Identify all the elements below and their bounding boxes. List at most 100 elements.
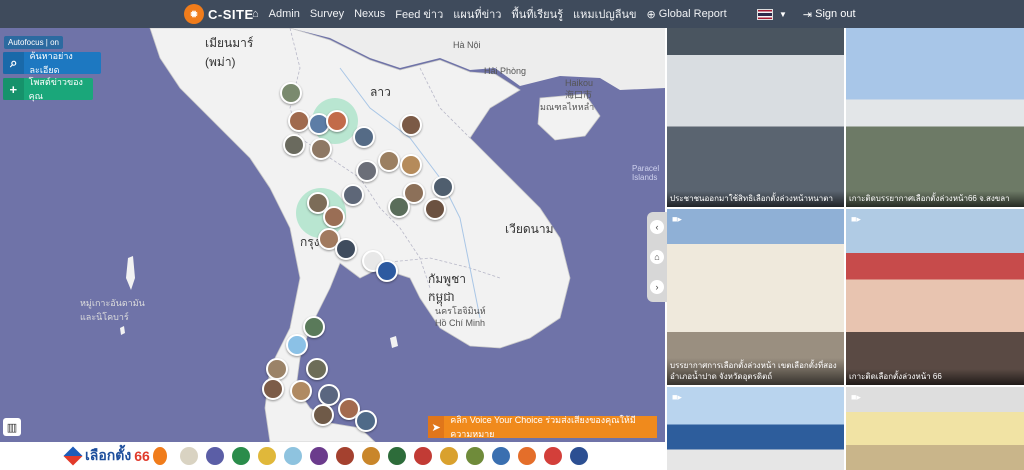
news-tile-caption: ประชาชนออกมาใช้สิทธิเลือกตั้งล่วงหน้าหนา…: [667, 191, 844, 207]
news-marker[interactable]: [335, 238, 357, 260]
news-marker[interactable]: [388, 196, 410, 218]
news-tile[interactable]: ■▸ บรรยากาศการเลือกตั้งล่วงหน้า เขตเลือก…: [667, 209, 844, 385]
nav-news-map[interactable]: แผนที่ข่าว: [453, 5, 501, 23]
partner-logo-icon: [544, 447, 562, 465]
news-marker[interactable]: [378, 150, 400, 172]
advanced-search-label: ค้นหาอย่างละเอียด: [29, 51, 73, 75]
partner-logo-icon: [180, 447, 198, 465]
news-marker[interactable]: [323, 206, 345, 228]
brand-name: C-SITE: [208, 6, 254, 22]
news-marker[interactable]: [326, 110, 348, 132]
partner-logo-icon: [310, 447, 328, 465]
news-marker[interactable]: [262, 378, 284, 400]
election-66-logo: เลือกตั้ง 66: [63, 445, 150, 467]
cursor-pointer-icon: ➤: [428, 416, 445, 438]
news-tile[interactable]: ■▸ เกาะติดเลือกตั้งล่วงหน้า 66: [846, 209, 1024, 385]
news-tile[interactable]: เกาะติดบรรยากาศเลือกตั้งล่วงหน้า66 จ.สงข…: [846, 28, 1024, 207]
label-cambodia: กัมพูชา កម្ពុជា: [428, 272, 466, 304]
nav-global-report[interactable]: ⊕ Global Report: [647, 8, 727, 21]
news-tile-caption: เกาะติดบรรยากาศเลือกตั้งล่วงหน้า66 จ.สงข…: [846, 191, 1024, 207]
news-marker[interactable]: [355, 410, 377, 432]
autofocus-toggle[interactable]: Autofocus | on: [4, 36, 63, 49]
map-book-icon[interactable]: ▥: [3, 418, 21, 436]
chevron-left-icon[interactable]: ‹: [650, 220, 664, 234]
label-vietnam: เวียดนาม: [505, 222, 554, 236]
news-marker[interactable]: [266, 358, 288, 380]
label-haiphong: Hải Phòng: [484, 66, 527, 76]
news-marker[interactable]: [400, 114, 422, 136]
partner-logo-icon: [440, 447, 458, 465]
sign-out-button[interactable]: ⇥ Sign out: [803, 8, 856, 21]
partner-logo-icon: [466, 447, 484, 465]
partner-logo-icon: [206, 447, 224, 465]
nav-feed[interactable]: Feed ข่าว: [395, 5, 443, 23]
nav-admin[interactable]: Admin: [269, 8, 300, 20]
label-hanoi: Hà Nội: [453, 40, 481, 50]
news-marker[interactable]: [303, 316, 325, 338]
news-tile-caption: บรรยากาศการเลือกตั้งล่วงหน้า เขตเลือกตั้…: [667, 358, 844, 385]
partner-logo-icon: [414, 447, 432, 465]
top-navbar: ✹ C-SITE ⌂ Admin Survey Nexus Feed ข่าว …: [0, 0, 1024, 28]
news-marker[interactable]: [376, 260, 398, 282]
video-camera-icon: ■▸: [672, 392, 682, 402]
chevron-right-icon[interactable]: ›: [650, 280, 664, 294]
voice-your-choice-button[interactable]: ➤ คลิก Voice Your Choice ร่วมส่งเสียงของ…: [428, 415, 657, 439]
partner-logo-icon: [336, 447, 354, 465]
nav-survey[interactable]: Survey: [310, 8, 344, 20]
home-icon[interactable]: ⌂: [650, 250, 664, 264]
chevron-down-icon[interactable]: ▼: [779, 10, 787, 19]
label-laos: ลาว: [370, 85, 391, 99]
global-report-label: Global Report: [658, 8, 727, 20]
plus-icon: +: [3, 78, 24, 100]
partner-logo-icon: [570, 447, 588, 465]
brand[interactable]: ✹ C-SITE: [184, 4, 254, 24]
partner-logo-icon: [232, 447, 250, 465]
news-marker[interactable]: [342, 184, 364, 206]
news-tile-caption: เกาะติดเลือกตั้งล่วงหน้า 66: [846, 369, 1024, 385]
news-tile[interactable]: ■▸: [846, 387, 1024, 470]
flame-logo-icon: ✹: [184, 4, 204, 24]
news-marker[interactable]: [432, 176, 454, 198]
news-marker[interactable]: [280, 82, 302, 104]
news-marker[interactable]: [424, 198, 446, 220]
video-camera-icon: ■▸: [851, 392, 861, 402]
news-marker[interactable]: [400, 154, 422, 176]
partner-logo-icon: [284, 447, 302, 465]
news-marker[interactable]: [312, 404, 334, 426]
gallery-toggle-handle[interactable]: ‹ ⌂ ›: [647, 212, 667, 302]
news-marker[interactable]: [353, 126, 375, 148]
news-marker[interactable]: [356, 160, 378, 182]
nav-campaign[interactable]: แหมเปญลีนข: [573, 5, 637, 23]
globe-icon: ⊕: [646, 8, 656, 21]
thaipbs-diamond-icon: [63, 446, 83, 466]
news-tile[interactable]: ประชาชนออกมาใช้สิทธิเลือกตั้งล่วงหน้าหนา…: [667, 28, 844, 207]
news-tile[interactable]: ■▸: [667, 387, 844, 470]
news-marker[interactable]: [306, 358, 328, 380]
c-site-logo-icon: [153, 447, 167, 465]
nav-learning-space[interactable]: พื้นที่เรียนรู้: [511, 5, 563, 23]
election-logo-number: 66: [134, 448, 150, 464]
home-icon[interactable]: ⌂: [252, 8, 259, 20]
sponsor-logo-strip: เลือกตั้ง 66: [0, 442, 665, 470]
post-news-button[interactable]: + โพสต์ข่าวของคุณ: [3, 77, 93, 101]
news-marker[interactable]: [286, 334, 308, 356]
news-marker[interactable]: [290, 380, 312, 402]
news-marker[interactable]: [310, 138, 332, 160]
search-icon: ⌕: [3, 52, 25, 74]
nav-nexus[interactable]: Nexus: [354, 8, 385, 20]
partner-logo-icon: [518, 447, 536, 465]
news-marker[interactable]: [318, 384, 340, 406]
news-gallery: ประชาชนออกมาใช้สิทธิเลือกตั้งล่วงหน้าหนา…: [667, 28, 1024, 470]
label-andaman: หมู่เกาะอันดามัน และนิโคบาร์: [80, 298, 145, 322]
advanced-search-button[interactable]: ⌕ ค้นหาอย่างละเอียด: [3, 51, 101, 75]
voice-your-choice-label: คลิก Voice Your Choice ร่วมส่งเสียงของคุ…: [450, 415, 636, 439]
label-hainan: มณฑลไหหลำ: [540, 102, 595, 112]
label-hcmc: นครโฮจิมินห์ Hồ Chí Minh: [435, 306, 486, 328]
post-news-label: โพสต์ข่าวของคุณ: [28, 77, 83, 101]
news-map[interactable]: เมียนมาร์ (พม่า) ลาว เวียดนาม กัมพูชา កម្ព…: [0, 28, 665, 442]
video-camera-icon: ■▸: [672, 214, 682, 224]
thai-flag-icon[interactable]: [757, 8, 773, 20]
news-marker[interactable]: [283, 134, 305, 156]
news-marker[interactable]: [288, 110, 310, 132]
partner-logo-icon: [388, 447, 406, 465]
